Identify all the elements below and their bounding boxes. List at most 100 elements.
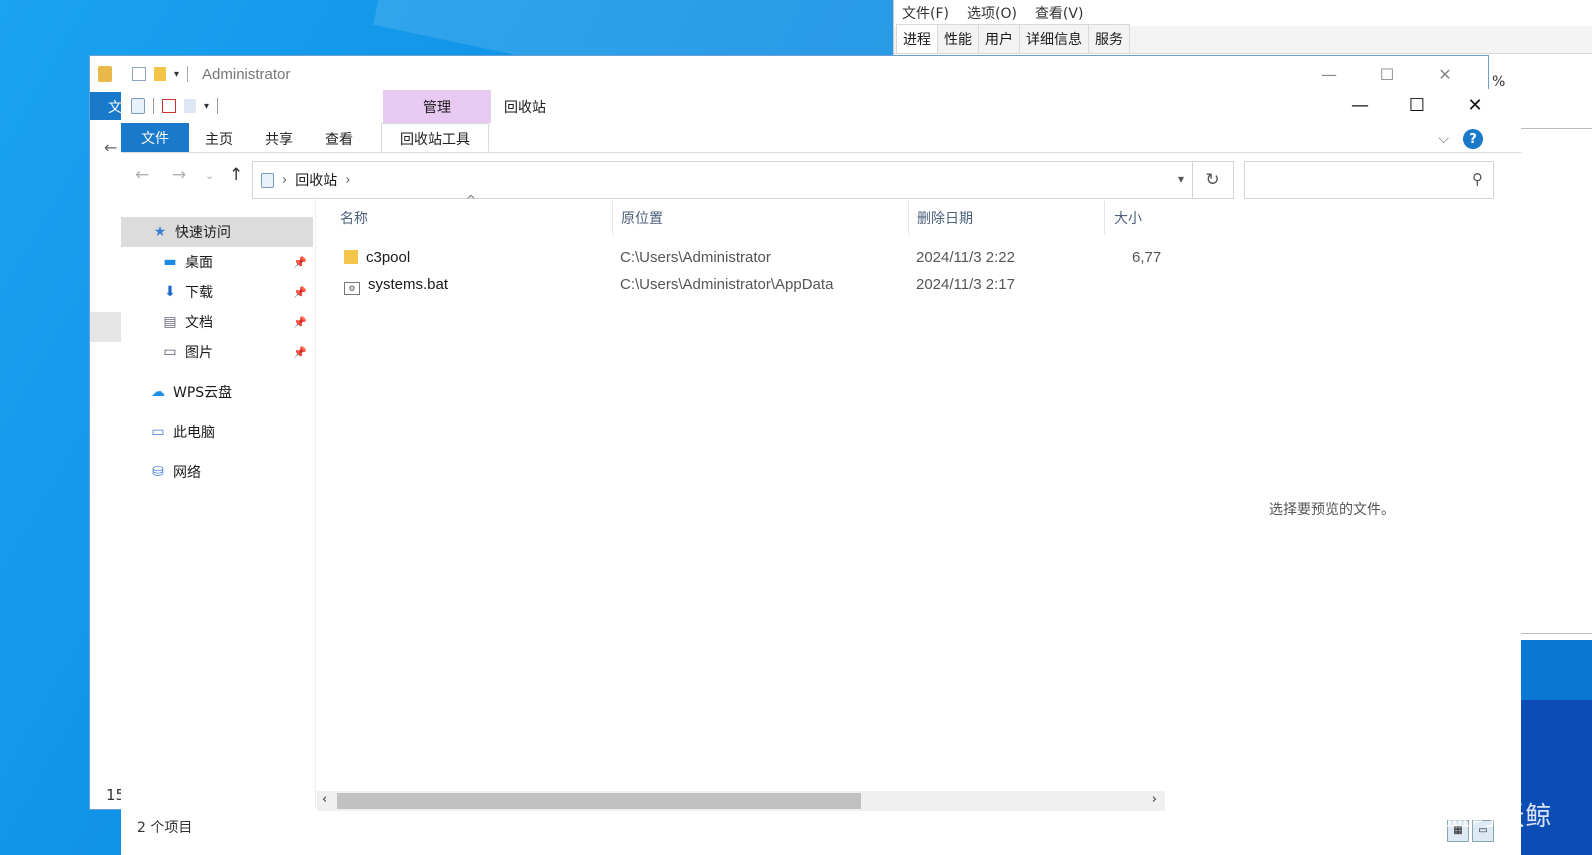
task-manager-menubar: 文件(F) 选项(O) 查看(V) bbox=[894, 0, 1592, 26]
separator bbox=[217, 98, 219, 114]
column-header-location[interactable]: 原位置 bbox=[613, 197, 663, 239]
address-dropdown-chevron-icon[interactable]: ▾ bbox=[1178, 172, 1184, 186]
pin-icon[interactable]: 📌 bbox=[293, 256, 307, 269]
background-file-tab[interactable]: 文 bbox=[90, 92, 122, 120]
minimize-button[interactable]: — bbox=[1331, 89, 1389, 121]
sidebar-item-label: 此电脑 bbox=[173, 425, 215, 441]
sort-ascending-icon: ^ bbox=[466, 193, 477, 207]
watermark-text: CSDN @海蓝时跃鲸 bbox=[1303, 802, 1553, 832]
task-manager-divider bbox=[1514, 633, 1592, 634]
context-group-manage: 管理 bbox=[383, 90, 491, 123]
help-icon[interactable]: ? bbox=[1463, 129, 1483, 149]
close-button[interactable]: ✕ bbox=[1446, 89, 1504, 121]
column-header-deleted-date[interactable]: 删除日期 bbox=[909, 197, 973, 239]
sidebar-item-pictures[interactable]: ▭ 图片 📌 bbox=[121, 337, 313, 367]
horizontal-scrollbar[interactable]: ‹ › bbox=[317, 791, 1165, 811]
ribbon-right-controls: ⌵ ? bbox=[1438, 129, 1483, 149]
picture-icon: ▭ bbox=[163, 344, 177, 360]
tab-recycle-bin-tools[interactable]: 回收站工具 bbox=[381, 123, 489, 152]
customize-quick-access-chevron-icon[interactable]: ▾ bbox=[204, 101, 209, 112]
scrollbar-thumb[interactable] bbox=[337, 793, 861, 809]
recycle-bin-icon bbox=[261, 172, 274, 188]
minimize-button[interactable]: — bbox=[1300, 56, 1358, 92]
file-name-cell: c3pool bbox=[344, 249, 410, 266]
back-arrow-icon[interactable]: ← bbox=[135, 165, 149, 185]
pin-icon[interactable]: 📌 bbox=[293, 316, 307, 329]
file-list: ^ 名称 原位置 删除日期 大小 c3pool C:\Users\Adminis… bbox=[315, 193, 1168, 807]
checkbox-icon[interactable] bbox=[132, 67, 146, 81]
close-button[interactable]: ✕ bbox=[1416, 56, 1474, 92]
cloud-icon: ☁ bbox=[151, 384, 165, 400]
breadcrumb-recycle-bin[interactable]: 回收站 bbox=[295, 170, 337, 190]
sidebar-item-label: 下载 bbox=[185, 285, 213, 301]
pin-icon[interactable]: 📌 bbox=[293, 346, 307, 359]
pin-icon[interactable]: 📌 bbox=[293, 286, 307, 299]
document-icon: ▤ bbox=[163, 314, 177, 330]
file-name: c3pool bbox=[366, 249, 411, 266]
sidebar-item-label: 图片 bbox=[185, 345, 213, 361]
navigation-bar: ← → ⌄ ↑ › 回收站 › ▾ ↻ ⚲ bbox=[121, 155, 1521, 199]
menu-options[interactable]: 选项(O) bbox=[967, 3, 1017, 23]
tab-file[interactable]: 文件 bbox=[121, 123, 189, 152]
column-divider[interactable] bbox=[1104, 201, 1105, 235]
sidebar-item-desktop[interactable]: ▬ 桌面 📌 bbox=[121, 247, 313, 277]
search-input[interactable]: ⚲ bbox=[1244, 161, 1494, 199]
breadcrumb-separator-chevron-icon[interactable]: › bbox=[282, 173, 287, 188]
sidebar-item-this-pc[interactable]: ▭ 此电脑 bbox=[121, 417, 313, 447]
desktop-icon: ▬ bbox=[163, 254, 177, 270]
sidebar-item-downloads[interactable]: ⬇ 下载 📌 bbox=[121, 277, 313, 307]
file-deleted-date: 2024/11/3 2:22 bbox=[916, 249, 1015, 266]
new-folder-icon[interactable] bbox=[184, 99, 196, 113]
column-header-size[interactable]: 大小 bbox=[1106, 197, 1142, 239]
table-row[interactable]: ⚙ systems.bat C:\Users\Administrator\AppD… bbox=[316, 272, 1168, 299]
sidebar-item-label: WPS云盘 bbox=[173, 385, 233, 401]
task-manager-tabs: 进程 性能 用户 详细信息 服务 bbox=[894, 24, 1592, 54]
refresh-button[interactable]: ↻ bbox=[1192, 161, 1234, 199]
properties-icon[interactable] bbox=[162, 99, 176, 113]
separator bbox=[187, 66, 189, 82]
folder-icon bbox=[344, 250, 358, 264]
file-name: systems.bat bbox=[368, 276, 449, 293]
download-icon: ⬇ bbox=[164, 284, 176, 300]
tab-performance[interactable]: 性能 bbox=[937, 24, 979, 53]
recent-locations-chevron-icon[interactable]: ⌄ bbox=[205, 169, 214, 182]
tab-users[interactable]: 用户 bbox=[978, 24, 1020, 53]
folder-icon[interactable] bbox=[154, 67, 166, 81]
tab-share[interactable]: 共享 bbox=[249, 123, 309, 152]
scroll-right-arrow-icon[interactable]: › bbox=[1152, 792, 1157, 807]
table-row[interactable]: c3pool C:\Users\Administrator 2024/11/3 … bbox=[316, 245, 1168, 272]
scroll-left-arrow-icon[interactable]: ‹ bbox=[322, 792, 327, 807]
sidebar-item-wps-cloud[interactable]: ☁ WPS云盘 bbox=[121, 377, 313, 407]
task-manager-divider bbox=[1514, 128, 1592, 129]
tab-processes[interactable]: 进程 bbox=[896, 24, 938, 53]
sidebar-item-label: 桌面 bbox=[185, 255, 213, 271]
background-selection-strip bbox=[90, 312, 121, 342]
customize-quick-access-chevron-icon[interactable]: ▾ bbox=[174, 69, 179, 80]
menu-view[interactable]: 查看(V) bbox=[1035, 3, 1084, 23]
tab-services[interactable]: 服务 bbox=[1088, 24, 1130, 53]
forward-arrow-icon[interactable]: → bbox=[172, 165, 186, 185]
maximize-button[interactable]: ☐ bbox=[1358, 56, 1416, 92]
tab-home[interactable]: 主页 bbox=[189, 123, 249, 152]
back-arrow-icon[interactable]: ← bbox=[104, 138, 117, 157]
star-icon: ★ bbox=[153, 224, 167, 240]
sidebar-item-quick-access[interactable]: ★ 快速访问 bbox=[121, 217, 313, 247]
search-icon[interactable]: ⚲ bbox=[1472, 170, 1483, 188]
tab-view[interactable]: 查看 bbox=[309, 123, 369, 152]
maximize-button[interactable]: ☐ bbox=[1388, 89, 1446, 121]
expand-ribbon-chevron-icon[interactable]: ⌵ bbox=[1438, 131, 1449, 147]
column-header-name[interactable]: 名称 bbox=[332, 197, 368, 239]
sidebar-item-documents[interactable]: ▤ 文档 📌 bbox=[121, 307, 313, 337]
up-arrow-icon[interactable]: ↑ bbox=[229, 165, 243, 185]
menu-file[interactable]: 文件(F) bbox=[902, 3, 949, 23]
window-title: 回收站 bbox=[504, 100, 546, 116]
preview-pane-message: 选择要预览的文件。 bbox=[1269, 502, 1395, 518]
ribbon-tabs: 文件 主页 共享 查看 回收站工具 bbox=[121, 123, 1521, 153]
recycle-bin-icon bbox=[131, 98, 145, 114]
tab-details[interactable]: 详细信息 bbox=[1019, 24, 1089, 53]
address-bar[interactable]: › 回收站 › ▾ bbox=[252, 161, 1193, 199]
sidebar-item-network[interactable]: ⛁ 网络 bbox=[121, 457, 313, 487]
status-bar-item-count: 2 个项目 bbox=[137, 820, 193, 836]
batch-file-icon: ⚙ bbox=[344, 282, 360, 295]
breadcrumb-separator-chevron-icon[interactable]: › bbox=[345, 173, 350, 188]
